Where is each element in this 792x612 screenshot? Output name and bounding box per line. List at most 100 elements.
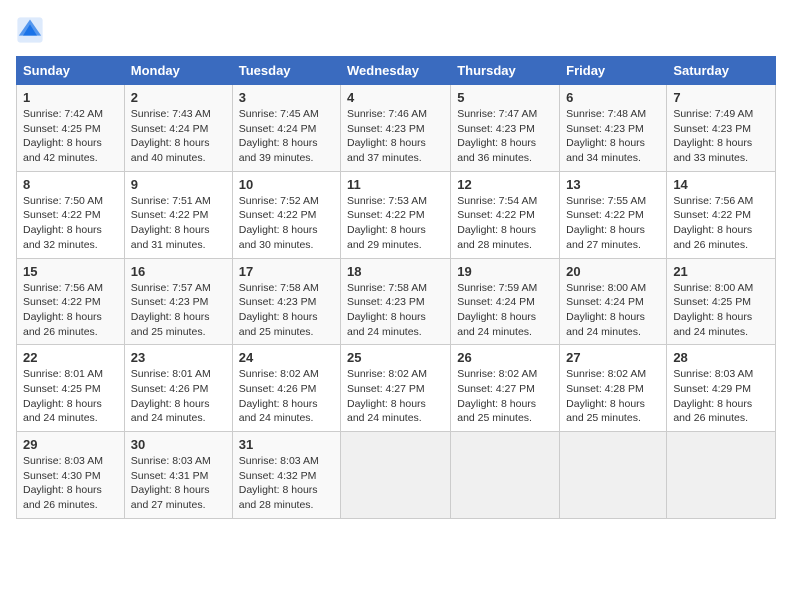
sunset-text: Sunset: 4:27 PM <box>457 383 535 395</box>
sunset-text: Sunset: 4:22 PM <box>131 209 209 221</box>
calendar-cell <box>667 432 776 519</box>
sunset-text: Sunset: 4:29 PM <box>673 383 751 395</box>
calendar-cell: 11 Sunrise: 7:53 AM Sunset: 4:22 PM Dayl… <box>341 171 451 258</box>
day-info: Sunrise: 7:46 AM Sunset: 4:23 PM Dayligh… <box>347 107 444 166</box>
day-number: 10 <box>239 177 334 192</box>
day-info: Sunrise: 7:58 AM Sunset: 4:23 PM Dayligh… <box>347 281 444 340</box>
calendar-cell: 5 Sunrise: 7:47 AM Sunset: 4:23 PM Dayli… <box>451 85 560 172</box>
page-header <box>16 16 776 44</box>
day-info: Sunrise: 8:00 AM Sunset: 4:25 PM Dayligh… <box>673 281 769 340</box>
sunset-text: Sunset: 4:23 PM <box>131 296 209 308</box>
daylight-text: Daylight: 8 hours and 28 minutes. <box>457 224 536 251</box>
sunrise-text: Sunrise: 7:54 AM <box>457 195 537 207</box>
sunrise-text: Sunrise: 7:52 AM <box>239 195 319 207</box>
day-info: Sunrise: 7:42 AM Sunset: 4:25 PM Dayligh… <box>23 107 118 166</box>
daylight-text: Daylight: 8 hours and 27 minutes. <box>131 484 210 511</box>
daylight-text: Daylight: 8 hours and 29 minutes. <box>347 224 426 251</box>
sunset-text: Sunset: 4:22 PM <box>23 296 101 308</box>
day-info: Sunrise: 7:50 AM Sunset: 4:22 PM Dayligh… <box>23 194 118 253</box>
sunset-text: Sunset: 4:22 PM <box>239 209 317 221</box>
sunset-text: Sunset: 4:24 PM <box>457 296 535 308</box>
day-number: 12 <box>457 177 553 192</box>
sunset-text: Sunset: 4:26 PM <box>131 383 209 395</box>
daylight-text: Daylight: 8 hours and 24 minutes. <box>347 398 426 425</box>
day-info: Sunrise: 7:56 AM Sunset: 4:22 PM Dayligh… <box>23 281 118 340</box>
calendar-cell: 3 Sunrise: 7:45 AM Sunset: 4:24 PM Dayli… <box>232 85 340 172</box>
day-info: Sunrise: 7:52 AM Sunset: 4:22 PM Dayligh… <box>239 194 334 253</box>
week-row-2: 8 Sunrise: 7:50 AM Sunset: 4:22 PM Dayli… <box>17 171 776 258</box>
sunrise-text: Sunrise: 7:53 AM <box>347 195 427 207</box>
daylight-text: Daylight: 8 hours and 28 minutes. <box>239 484 318 511</box>
calendar-cell: 2 Sunrise: 7:43 AM Sunset: 4:24 PM Dayli… <box>124 85 232 172</box>
calendar-cell: 29 Sunrise: 8:03 AM Sunset: 4:30 PM Dayl… <box>17 432 125 519</box>
day-number: 3 <box>239 90 334 105</box>
day-number: 11 <box>347 177 444 192</box>
daylight-text: Daylight: 8 hours and 42 minutes. <box>23 137 102 164</box>
day-number: 24 <box>239 350 334 365</box>
calendar-cell: 25 Sunrise: 8:02 AM Sunset: 4:27 PM Dayl… <box>341 345 451 432</box>
day-info: Sunrise: 7:48 AM Sunset: 4:23 PM Dayligh… <box>566 107 660 166</box>
sunset-text: Sunset: 4:25 PM <box>23 123 101 135</box>
day-info: Sunrise: 7:57 AM Sunset: 4:23 PM Dayligh… <box>131 281 226 340</box>
day-info: Sunrise: 8:01 AM Sunset: 4:25 PM Dayligh… <box>23 367 118 426</box>
day-info: Sunrise: 8:01 AM Sunset: 4:26 PM Dayligh… <box>131 367 226 426</box>
sunrise-text: Sunrise: 7:55 AM <box>566 195 646 207</box>
sunset-text: Sunset: 4:26 PM <box>239 383 317 395</box>
daylight-text: Daylight: 8 hours and 26 minutes. <box>673 224 752 251</box>
sunrise-text: Sunrise: 7:51 AM <box>131 195 211 207</box>
day-number: 22 <box>23 350 118 365</box>
sunrise-text: Sunrise: 8:02 AM <box>347 368 427 380</box>
sunrise-text: Sunrise: 7:47 AM <box>457 108 537 120</box>
sunset-text: Sunset: 4:24 PM <box>239 123 317 135</box>
day-number: 1 <box>23 90 118 105</box>
day-number: 19 <box>457 264 553 279</box>
day-number: 8 <box>23 177 118 192</box>
daylight-text: Daylight: 8 hours and 25 minutes. <box>239 311 318 338</box>
calendar-cell: 30 Sunrise: 8:03 AM Sunset: 4:31 PM Dayl… <box>124 432 232 519</box>
sunrise-text: Sunrise: 7:43 AM <box>131 108 211 120</box>
calendar-body: 1 Sunrise: 7:42 AM Sunset: 4:25 PM Dayli… <box>17 85 776 519</box>
day-number: 13 <box>566 177 660 192</box>
daylight-text: Daylight: 8 hours and 32 minutes. <box>23 224 102 251</box>
col-header-wednesday: Wednesday <box>341 57 451 85</box>
day-info: Sunrise: 7:53 AM Sunset: 4:22 PM Dayligh… <box>347 194 444 253</box>
calendar-cell: 17 Sunrise: 7:58 AM Sunset: 4:23 PM Dayl… <box>232 258 340 345</box>
sunrise-text: Sunrise: 8:03 AM <box>239 455 319 467</box>
day-number: 17 <box>239 264 334 279</box>
daylight-text: Daylight: 8 hours and 24 minutes. <box>566 311 645 338</box>
day-info: Sunrise: 8:02 AM Sunset: 4:28 PM Dayligh… <box>566 367 660 426</box>
daylight-text: Daylight: 8 hours and 26 minutes. <box>673 398 752 425</box>
sunset-text: Sunset: 4:24 PM <box>131 123 209 135</box>
calendar-cell: 19 Sunrise: 7:59 AM Sunset: 4:24 PM Dayl… <box>451 258 560 345</box>
day-number: 23 <box>131 350 226 365</box>
calendar-cell: 12 Sunrise: 7:54 AM Sunset: 4:22 PM Dayl… <box>451 171 560 258</box>
day-number: 9 <box>131 177 226 192</box>
sunrise-text: Sunrise: 8:02 AM <box>457 368 537 380</box>
sunrise-text: Sunrise: 7:58 AM <box>239 282 319 294</box>
calendar-cell: 10 Sunrise: 7:52 AM Sunset: 4:22 PM Dayl… <box>232 171 340 258</box>
sunrise-text: Sunrise: 7:50 AM <box>23 195 103 207</box>
col-header-saturday: Saturday <box>667 57 776 85</box>
calendar-cell <box>451 432 560 519</box>
daylight-text: Daylight: 8 hours and 31 minutes. <box>131 224 210 251</box>
calendar-cell: 9 Sunrise: 7:51 AM Sunset: 4:22 PM Dayli… <box>124 171 232 258</box>
sunrise-text: Sunrise: 7:56 AM <box>673 195 753 207</box>
week-row-4: 22 Sunrise: 8:01 AM Sunset: 4:25 PM Dayl… <box>17 345 776 432</box>
calendar-cell: 6 Sunrise: 7:48 AM Sunset: 4:23 PM Dayli… <box>560 85 667 172</box>
calendar-cell: 27 Sunrise: 8:02 AM Sunset: 4:28 PM Dayl… <box>560 345 667 432</box>
sunrise-text: Sunrise: 8:03 AM <box>673 368 753 380</box>
day-info: Sunrise: 8:00 AM Sunset: 4:24 PM Dayligh… <box>566 281 660 340</box>
col-header-monday: Monday <box>124 57 232 85</box>
calendar-cell: 23 Sunrise: 8:01 AM Sunset: 4:26 PM Dayl… <box>124 345 232 432</box>
day-info: Sunrise: 7:54 AM Sunset: 4:22 PM Dayligh… <box>457 194 553 253</box>
sunrise-text: Sunrise: 8:00 AM <box>673 282 753 294</box>
calendar-cell: 7 Sunrise: 7:49 AM Sunset: 4:23 PM Dayli… <box>667 85 776 172</box>
day-info: Sunrise: 7:59 AM Sunset: 4:24 PM Dayligh… <box>457 281 553 340</box>
day-number: 25 <box>347 350 444 365</box>
col-header-sunday: Sunday <box>17 57 125 85</box>
calendar-cell: 4 Sunrise: 7:46 AM Sunset: 4:23 PM Dayli… <box>341 85 451 172</box>
daylight-text: Daylight: 8 hours and 33 minutes. <box>673 137 752 164</box>
logo <box>16 16 48 44</box>
sunset-text: Sunset: 4:23 PM <box>239 296 317 308</box>
day-number: 31 <box>239 437 334 452</box>
